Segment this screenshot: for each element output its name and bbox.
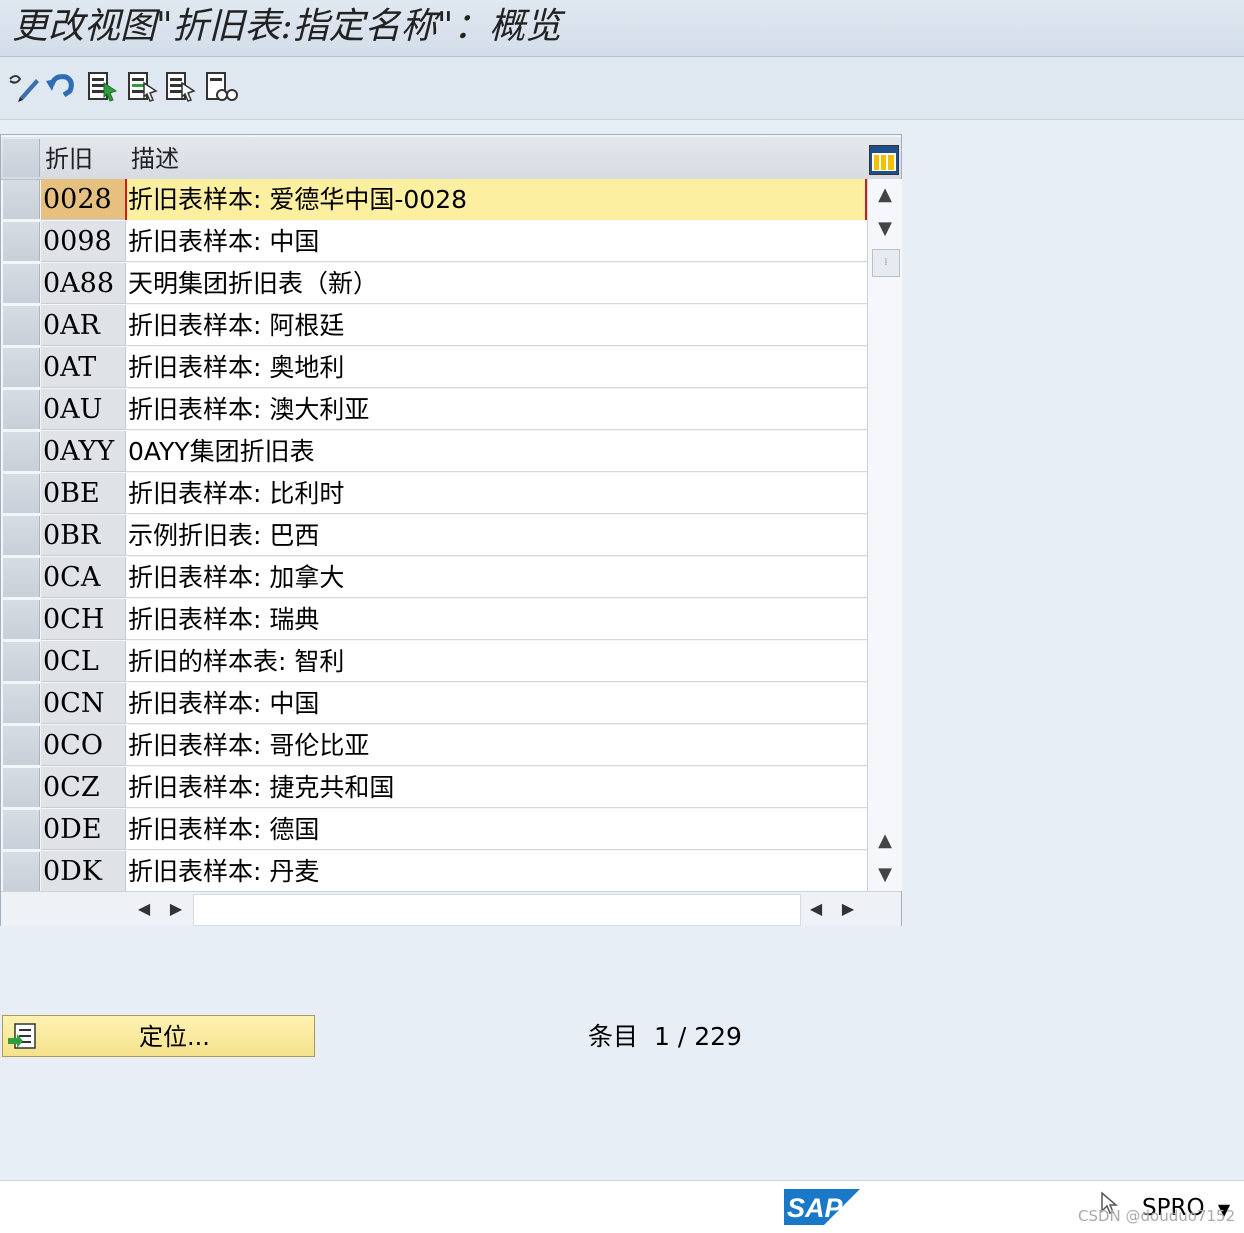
horizontal-scrollbar: ◀ ▶ ◀ ▶ [1,891,901,926]
cell-description-input[interactable]: 折旧表样本: 德国 [125,809,867,850]
cell-description-input[interactable]: 折旧表样本: 捷克共和国 [125,767,867,808]
vertical-scrollbar[interactable]: ▲ ▼ ⁞ ▲ ▼ [867,179,902,891]
cell-key[interactable]: 0DE [41,809,125,850]
table-row[interactable]: 0A88 天明集团折旧表（新） [1,263,867,305]
hscroll-track[interactable] [193,894,801,926]
scroll-left-icon[interactable]: ◀ [133,896,155,922]
svg-text:SAP: SAP [787,1193,844,1223]
column-settings-icon[interactable] [869,145,899,175]
display-change-icon[interactable] [6,69,40,105]
table-row[interactable]: 0BR 示例折旧表: 巴西 [1,515,867,557]
table-row[interactable]: 0DE 折旧表样本: 德国 [1,809,867,851]
deselect-all-icon[interactable] [164,69,198,105]
cell-description-input[interactable]: 折旧表样本: 加拿大 [125,557,867,598]
table-row[interactable]: 0028 折旧表样本: 爱德华中国-0028 [1,179,867,221]
table-row[interactable]: 0AT 折旧表样本: 奥地利 [1,347,867,389]
status-bar: SAP SPRO ▼ CSDN @douduo7152 [0,1180,1244,1233]
cell-key[interactable]: 0AR [41,305,125,346]
cell-key[interactable]: 0DK [41,851,125,892]
application-toolbar [0,57,1244,120]
table-row[interactable]: 0CN 折旧表样本: 中国 [1,683,867,725]
cell-description-input[interactable]: 折旧表样本: 瑞典 [125,599,867,640]
cell-key[interactable]: 0CN [41,683,125,724]
cell-description-input[interactable]: 示例折旧表: 巴西 [125,515,867,556]
table-row[interactable]: 0BE 折旧表样本: 比利时 [1,473,867,515]
scroll-right-icon[interactable]: ▶ [165,896,187,922]
table-header: 折旧 描述 [1,137,901,180]
cell-description-input[interactable]: 折旧表样本: 澳大利亚 [125,389,867,430]
cell-description-input[interactable]: 折旧表样本: 哥伦比亚 [125,725,867,766]
cell-description-input[interactable]: 折旧表样本: 中国 [125,683,867,724]
cell-description-input[interactable]: 折旧表样本: 奥地利 [125,347,867,388]
select-all-icon[interactable] [86,69,120,105]
table-control: 折旧 描述 0028 折旧表样本: 爱德华中国-0028 0098 折旧表样本: 中国… [0,134,902,926]
select-block-icon[interactable] [126,69,160,105]
entry-label: 条目 [588,1022,639,1051]
cell-description-input[interactable]: 折旧表样本: 中国 [125,221,867,262]
table-row[interactable]: 0AR 折旧表样本: 阿根廷 [1,305,867,347]
cell-key[interactable]: 0CZ [41,767,125,808]
cell-key[interactable]: 0BE [41,473,125,514]
table-row[interactable]: 0CZ 折旧表样本: 捷克共和国 [1,767,867,809]
window-title: 更改视图"折旧表:指定名称"：概览 [12,6,562,47]
select-all-rows-button[interactable] [3,139,40,177]
scroll-left-icon[interactable]: ◀ [805,896,827,922]
cell-description-input[interactable]: 折旧表样本: 爱德华中国-0028 [125,179,867,220]
table-row[interactable]: 0DK 折旧表样本: 丹麦 [1,851,867,893]
table-row[interactable]: 0AU 折旧表样本: 澳大利亚 [1,389,867,431]
find-icon[interactable] [204,69,238,105]
scroll-down-icon[interactable]: ▲ [870,827,900,855]
scroll-right-icon[interactable]: ▶ [837,896,859,922]
cell-description-input[interactable]: 折旧表样本: 丹麦 [125,851,867,892]
scroll-page-down-icon[interactable]: ▼ [870,861,900,889]
cell-key[interactable]: 0098 [41,221,125,262]
entry-counter: 条目 1 / 229 [588,1017,742,1057]
cell-key[interactable]: 0CL [41,641,125,682]
cell-key[interactable]: 0CA [41,557,125,598]
cell-key[interactable]: 0AU [41,389,125,430]
table-row[interactable]: 0CA 折旧表样本: 加拿大 [1,557,867,599]
undo-icon[interactable] [44,69,78,105]
cell-key[interactable]: 0028 [41,179,125,220]
title-bar: 更改视图"折旧表:指定名称"：概览 [0,0,1244,57]
column-header-key[interactable]: 折旧 [45,137,93,179]
table-row[interactable]: 0098 折旧表样本: 中国 [1,221,867,263]
scroll-page-up-icon[interactable]: ▲ [870,181,900,209]
cell-key[interactable]: 0CO [41,725,125,766]
locate-icon [8,1023,36,1049]
sap-logo: SAP [784,1189,860,1229]
table-row[interactable]: 0AYY 0AYY集团折旧表 [1,431,867,473]
scroll-thumb[interactable]: ⁞ [872,249,900,277]
cell-key[interactable]: 0A88 [41,263,125,304]
cell-key[interactable]: 0BR [41,515,125,556]
table-row[interactable]: 0CL 折旧的样本表: 智利 [1,641,867,683]
watermark: CSDN @douduo7152 [1078,1207,1236,1225]
cell-key[interactable]: 0CH [41,599,125,640]
column-header-desc[interactable]: 描述 [131,137,179,179]
table-row[interactable]: 0CH 折旧表样本: 瑞典 [1,599,867,641]
locate-label: 定位... [139,1023,210,1051]
cell-key[interactable]: 0AT [41,347,125,388]
cell-description-input[interactable]: 折旧的样本表: 智利 [125,641,867,682]
locate-button[interactable]: 定位... [2,1015,315,1057]
table-row[interactable]: 0CO 折旧表样本: 哥伦比亚 [1,725,867,767]
cell-description-input[interactable]: 折旧表样本: 比利时 [125,473,867,514]
scroll-up-icon[interactable]: ▼ [870,215,900,243]
cell-description-input[interactable]: 0AYY集团折旧表 [125,431,867,472]
cell-key[interactable]: 0AYY [41,431,125,472]
entry-value: 1 / 229 [653,1022,742,1051]
cell-description-input[interactable]: 天明集团折旧表（新） [125,263,867,304]
cell-description-input[interactable]: 折旧表样本: 阿根廷 [125,305,867,346]
